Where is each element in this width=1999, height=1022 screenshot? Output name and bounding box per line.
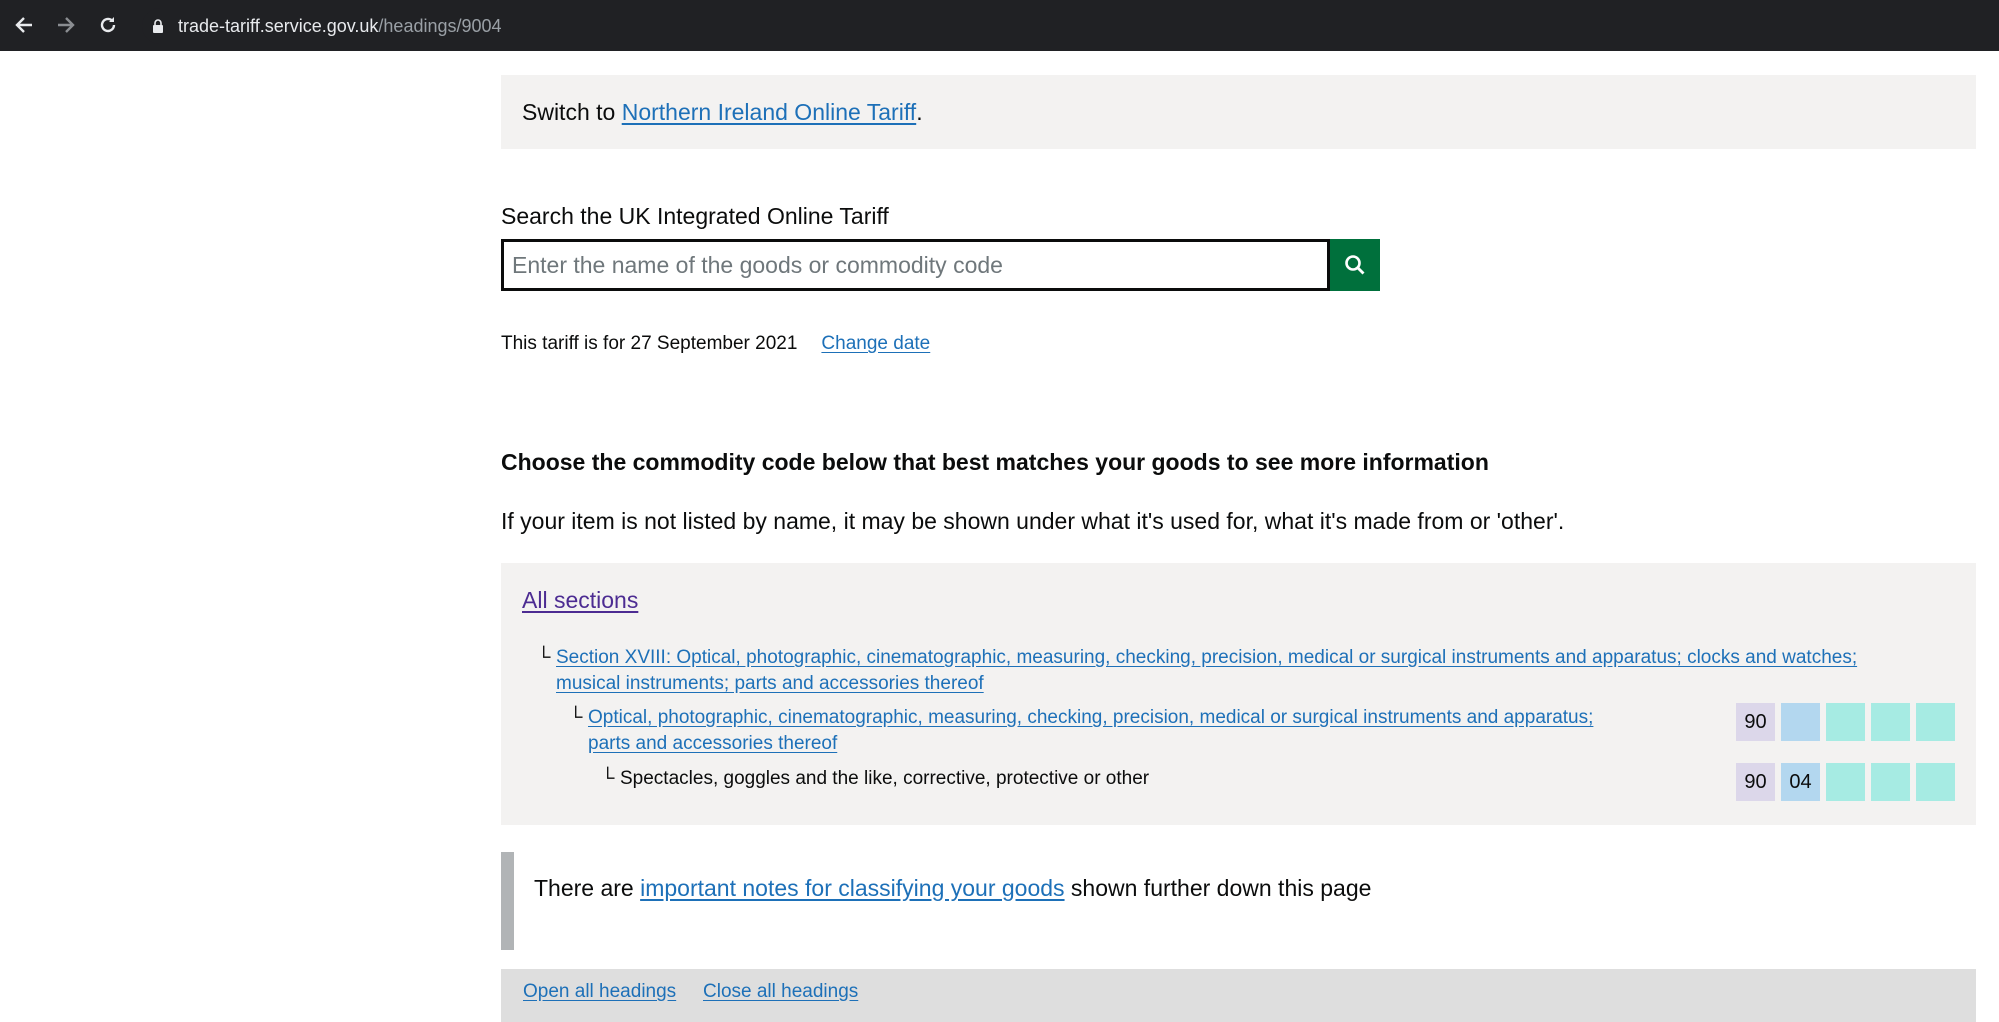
section-line-2: musical instruments; parts and accessori… xyxy=(556,673,984,694)
url-host: trade-tariff.service.gov.uk xyxy=(178,15,379,36)
northern-ireland-banner: Switch to Northern Ireland Online Tariff… xyxy=(501,75,1976,149)
tariff-date-row: This tariff is for 27 September 2021 Cha… xyxy=(501,333,930,355)
browser-toolbar: trade-tariff.service.gov.uk/headings/900… xyxy=(0,0,1999,51)
all-sections-link[interactable]: All sections xyxy=(522,587,638,614)
hint-text: If your item is not listed by name, it m… xyxy=(501,508,1565,534)
reload-icon xyxy=(100,17,116,33)
heading-code-boxes: 90 04 xyxy=(1736,763,1955,801)
arrow-left-icon xyxy=(15,17,32,33)
url-path: /headings/9004 xyxy=(378,15,502,36)
banner-prefix: Switch to xyxy=(522,98,622,125)
tree-bracket: └ xyxy=(537,647,551,668)
section-link[interactable]: Section XVIII: Optical, photographic, ci… xyxy=(556,645,1857,697)
reload-button[interactable] xyxy=(94,11,122,39)
code-sub-empty xyxy=(1871,703,1910,741)
search-form xyxy=(501,239,1380,291)
banner-suffix: . xyxy=(916,98,923,125)
code-chapter: 90 xyxy=(1736,763,1775,801)
open-all-headings-link[interactable]: Open all headings xyxy=(523,981,676,1003)
tariff-date-text: This tariff is for 27 September 2021 xyxy=(501,333,798,354)
code-chapter: 90 xyxy=(1736,703,1775,741)
notes-text: There are important notes for classifyin… xyxy=(534,875,1371,902)
page-heading: Choose the commodity code below that bes… xyxy=(501,449,1489,475)
back-button[interactable] xyxy=(10,11,38,39)
change-date-link[interactable]: Change date xyxy=(821,333,930,355)
notes-suffix: shown further down this page xyxy=(1064,875,1372,901)
chapter-line-1: Optical, photographic, cinematographic, … xyxy=(588,707,1594,728)
code-sub-empty xyxy=(1916,703,1955,741)
chapter-code-boxes: 90 xyxy=(1736,703,1955,741)
code-heading: 04 xyxy=(1781,763,1820,801)
inset-border xyxy=(501,852,514,950)
notes-inset: There are important notes for classifyin… xyxy=(501,852,1976,950)
code-sub-empty xyxy=(1871,763,1910,801)
important-notes-link[interactable]: important notes for classifying your goo… xyxy=(640,875,1064,901)
code-sub-empty xyxy=(1826,763,1865,801)
search-button[interactable] xyxy=(1330,239,1380,291)
code-sub-empty xyxy=(1826,703,1865,741)
headings-controls: Open all headings Close all headings xyxy=(501,969,1976,1022)
code-heading-empty xyxy=(1781,703,1820,741)
commodity-tree: All sections └ Section XVIII: Optical, p… xyxy=(501,563,1976,825)
notes-prefix: There are xyxy=(534,875,641,901)
chapter-link[interactable]: Optical, photographic, cinematographic, … xyxy=(588,705,1593,757)
tree-bracket: └ xyxy=(601,768,615,789)
heading-text: Spectacles, goggles and the like, correc… xyxy=(620,768,1150,789)
close-all-headings-link[interactable]: Close all headings xyxy=(703,981,858,1003)
search-icon xyxy=(1345,255,1365,275)
tree-bracket: └ xyxy=(569,707,583,728)
chapter-line-2: parts and accessories thereof xyxy=(588,733,838,754)
code-sub-empty xyxy=(1916,763,1955,801)
section-line-1: Section XVIII: Optical, photographic, ci… xyxy=(556,647,1858,668)
lock-icon xyxy=(153,19,163,33)
arrow-right-icon xyxy=(58,17,75,33)
address-bar[interactable]: trade-tariff.service.gov.uk/headings/900… xyxy=(142,8,1999,44)
forward-button[interactable] xyxy=(52,11,80,39)
search-label: Search the UK Integrated Online Tariff xyxy=(501,203,889,229)
search-input[interactable] xyxy=(501,239,1330,291)
northern-ireland-tariff-link[interactable]: Northern Ireland Online Tariff xyxy=(622,99,916,126)
